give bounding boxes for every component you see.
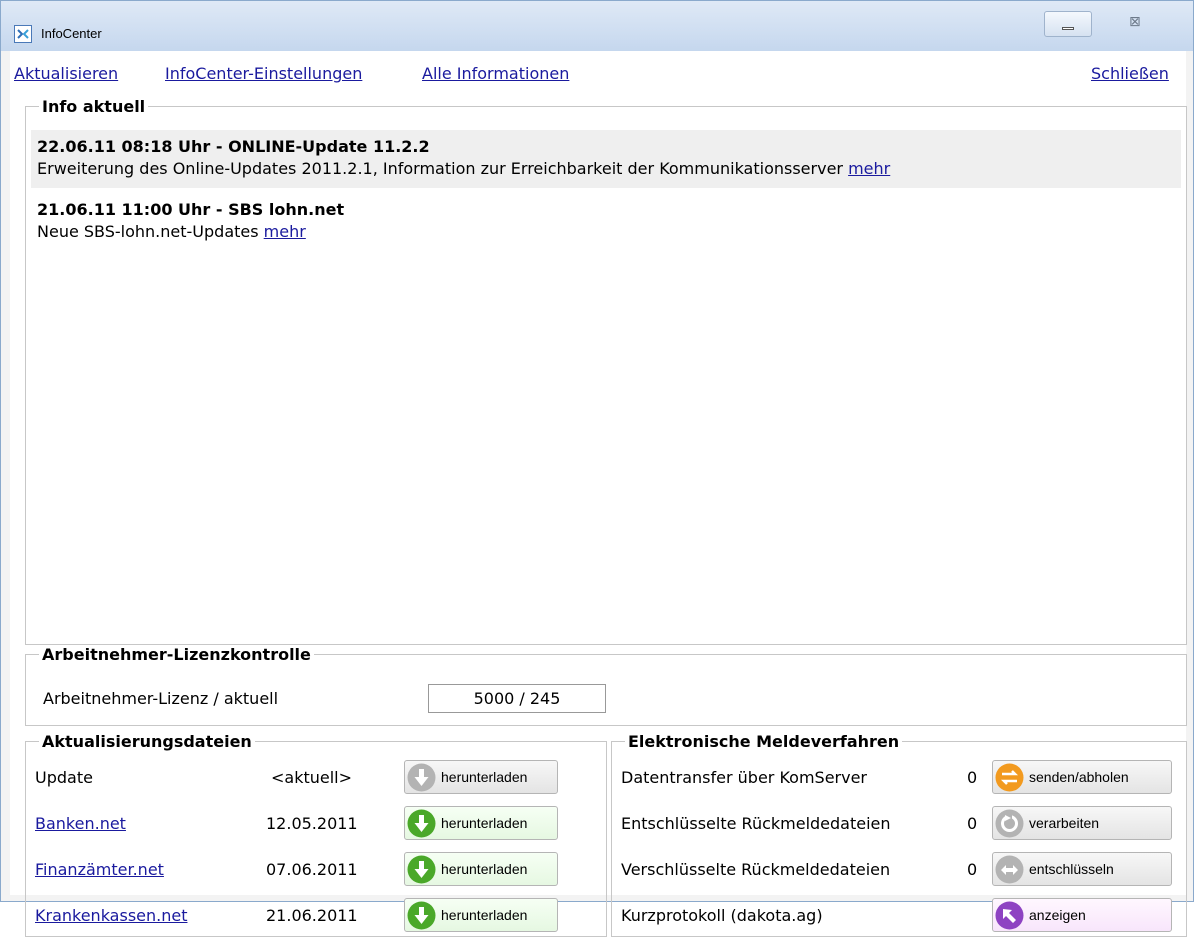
update-files-group: Aktualisierungsdateien Update <aktuell> …: [25, 732, 607, 937]
more-link[interactable]: mehr: [264, 222, 306, 241]
info-legend: Info aktuell: [39, 97, 149, 116]
title-bar[interactable]: InfoCenter ⊠: [1, 1, 1193, 51]
process-button[interactable]: verarbeiten: [992, 806, 1172, 840]
update-row-date: <aktuell>: [271, 768, 353, 787]
download-banken-button[interactable]: herunterladen: [404, 806, 558, 840]
send-receive-button[interactable]: senden/abholen: [992, 760, 1172, 794]
banken-link[interactable]: Banken.net: [35, 814, 126, 833]
download-krankenkassen-button[interactable]: herunterladen: [404, 898, 558, 932]
news-text: Erweiterung des Online-Updates 2011.2.1,…: [37, 159, 891, 178]
decrypt-button[interactable]: entschlüsseln: [992, 852, 1172, 886]
decrypt-arrows-gray-icon: [995, 855, 1024, 884]
update-row-date: 07.06.2011: [266, 860, 358, 879]
all-info-link[interactable]: Alle Informationen: [422, 64, 569, 83]
show-arrow-purple-icon: [995, 901, 1024, 930]
license-label: Arbeitnehmer-Lizenz / aktuell: [43, 689, 279, 708]
license-group: Arbeitnehmer-Lizenzkontrolle Arbeitnehme…: [25, 645, 1187, 726]
close-icon: ⊠: [1129, 14, 1141, 30]
transfer-label: Datentransfer über KomServer: [621, 768, 867, 787]
download-arrow-green-icon: [407, 901, 436, 930]
process-circle-gray-icon: [995, 809, 1024, 838]
download-update-button[interactable]: herunterladen: [404, 760, 558, 794]
info-group: Info aktuell 22.06.11 08:18 Uhr - ONLINE…: [25, 97, 1187, 645]
decrypted-files-label: Entschlüsselte Rückmeldedateien: [621, 814, 891, 833]
client-area: Aktualisieren InfoCenter-Einstellungen A…: [10, 51, 1187, 937]
transfer-count: 0: [967, 768, 978, 787]
window-close-button[interactable]: ⊠: [1111, 11, 1161, 35]
download-arrow-gray-icon: [407, 763, 436, 792]
update-row-date: 12.05.2011: [266, 814, 358, 833]
license-legend: Arbeitnehmer-Lizenzkontrolle: [39, 645, 314, 664]
decrypted-files-count: 0: [967, 814, 978, 833]
electronic-reporting-legend: Elektronische Meldeverfahren: [625, 732, 903, 751]
infocenter-icon: [14, 25, 32, 43]
update-row-name: Update: [35, 768, 93, 787]
news-title: 21.06.11 11:00 Uhr - SBS lohn.net: [37, 200, 345, 219]
show-button[interactable]: anzeigen: [992, 898, 1172, 932]
infocenter-window: InfoCenter ⊠ Aktualisieren InfoCenter-Ei…: [0, 0, 1194, 937]
refresh-link[interactable]: Aktualisieren: [14, 64, 118, 83]
news-title: 22.06.11 08:18 Uhr - ONLINE-Update 11.2.…: [37, 137, 430, 156]
electronic-reporting-group: Elektronische Meldeverfahren Datentransf…: [611, 732, 1187, 937]
krankenkassen-link[interactable]: Krankenkassen.net: [35, 906, 187, 925]
close-link[interactable]: Schließen: [1091, 64, 1169, 83]
more-link[interactable]: mehr: [848, 159, 890, 178]
window-title: InfoCenter: [41, 26, 102, 41]
minimize-button[interactable]: [1044, 11, 1092, 37]
minimize-icon: [1062, 27, 1074, 30]
transfer-arrows-orange-icon: [995, 763, 1024, 792]
download-arrow-green-icon: [407, 855, 436, 884]
settings-link[interactable]: InfoCenter-Einstellungen: [165, 64, 362, 83]
news-item: 22.06.11 08:18 Uhr - ONLINE-Update 11.2.…: [31, 130, 1181, 188]
update-files-legend: Aktualisierungsdateien: [39, 732, 255, 751]
short-log-label: Kurzprotokoll (dakota.ag): [621, 906, 823, 925]
finanzaemter-link[interactable]: Finanzämter.net: [35, 860, 164, 879]
license-value-field: 5000 / 245: [428, 684, 606, 713]
news-item: 21.06.11 11:00 Uhr - SBS lohn.net Neue S…: [31, 193, 1181, 249]
download-arrow-green-icon: [407, 809, 436, 838]
news-text: Neue SBS-lohn.net-Updates mehr: [37, 222, 306, 241]
update-row-date: 21.06.2011: [266, 906, 358, 925]
encrypted-files-label: Verschlüsselte Rückmeldedateien: [621, 860, 891, 879]
download-finanzaemter-button[interactable]: herunterladen: [404, 852, 558, 886]
encrypted-files-count: 0: [967, 860, 978, 879]
